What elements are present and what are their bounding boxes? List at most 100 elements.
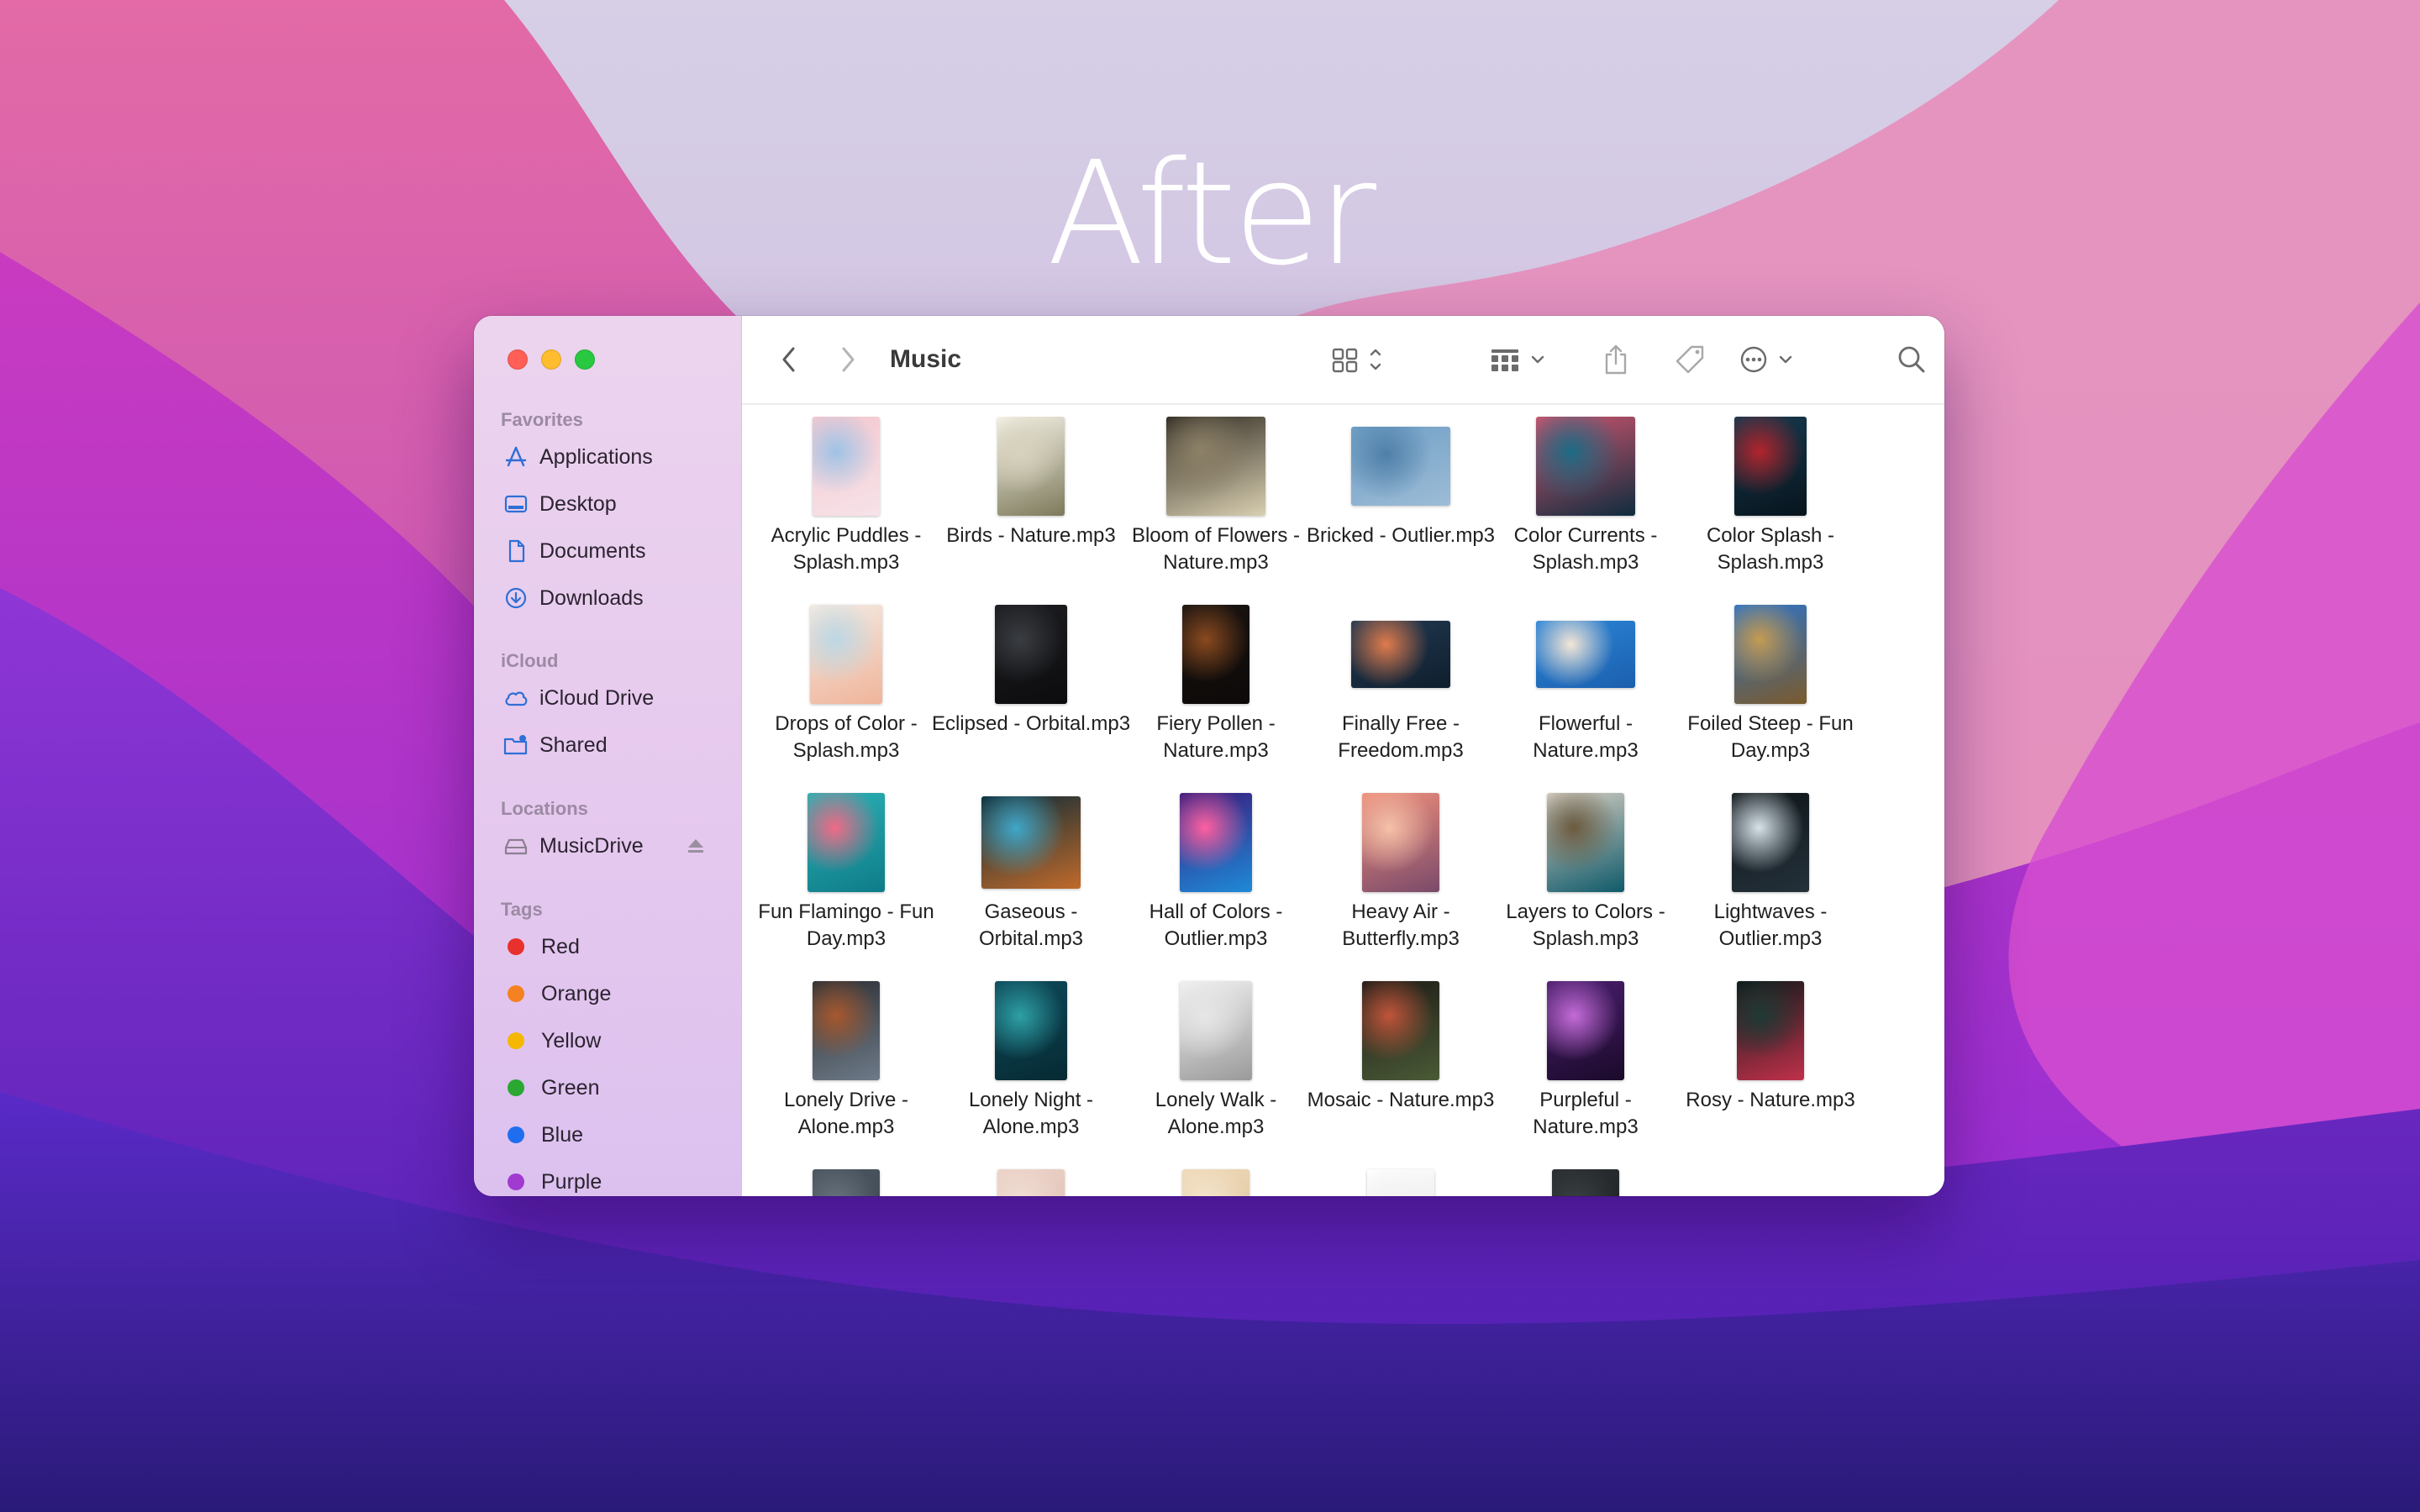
file-item[interactable]: Fiery Pollen - Nature.mp3 bbox=[1123, 605, 1308, 773]
zoom-window-button[interactable] bbox=[575, 349, 595, 370]
file-item[interactable]: Layers to Colors - Splash.mp3 bbox=[1493, 793, 1678, 961]
file-name: Layers to Colors - Splash.mp3 bbox=[1506, 900, 1665, 950]
view-mode-button[interactable] bbox=[1325, 341, 1392, 378]
file-item[interactable]: Bloom of Flowers - Nature.mp3 bbox=[1123, 417, 1308, 585]
sidebar-item-applications[interactable]: Applications bbox=[474, 433, 741, 480]
sidebar-item-tag-red[interactable]: Red bbox=[474, 923, 741, 970]
sidebar-heading: iCloud bbox=[501, 650, 559, 671]
sidebar-item-tag-orange[interactable]: Orange bbox=[474, 970, 741, 1017]
file-thumbnail bbox=[810, 605, 882, 704]
download-icon bbox=[502, 585, 529, 612]
tag-color-dot bbox=[508, 938, 524, 955]
sidebar-heading: Favorites bbox=[501, 409, 583, 430]
sidebar-item-icloud-drive[interactable]: iCloud Drive bbox=[474, 675, 741, 722]
icon-view-icon bbox=[1328, 343, 1389, 376]
forward-button[interactable] bbox=[831, 341, 865, 378]
drive-icon bbox=[502, 832, 529, 859]
file-item[interactable] bbox=[939, 1169, 1123, 1196]
file-thumbnail bbox=[1547, 981, 1624, 1080]
sidebar-item-label: Downloads bbox=[539, 585, 644, 610]
file-item[interactable] bbox=[1123, 1169, 1308, 1196]
more-actions-icon bbox=[1737, 343, 1804, 376]
file-item[interactable]: Lonely Drive - Alone.mp3 bbox=[754, 981, 939, 1149]
sidebar-item-documents[interactable]: Documents bbox=[474, 528, 741, 575]
file-thumbnail bbox=[1737, 981, 1804, 1080]
file-name: Gaseous - Orbital.mp3 bbox=[978, 900, 1084, 950]
sidebar-heading: Locations bbox=[501, 798, 588, 819]
file-item[interactable]: Fun Flamingo - Fun Day.mp3 bbox=[754, 793, 939, 961]
file-name: Color Splash - Splash.mp3 bbox=[1706, 524, 1835, 574]
sidebar-heading: Tags bbox=[501, 899, 543, 920]
sidebar-item-label: Blue bbox=[541, 1122, 584, 1147]
file-item[interactable]: Hall of Colors - Outlier.mp3 bbox=[1123, 793, 1308, 961]
tag-color-dot bbox=[508, 1173, 524, 1190]
file-item[interactable]: Finally Free - Freedom.mp3 bbox=[1308, 605, 1493, 773]
file-thumbnail bbox=[1182, 1169, 1249, 1196]
sidebar-item-label: Yellow bbox=[541, 1028, 602, 1053]
sidebar-item-label: Shared bbox=[539, 732, 608, 757]
share-button[interactable] bbox=[1599, 341, 1633, 378]
sidebar-item-shared[interactable]: Shared bbox=[474, 722, 741, 769]
sidebar-item-label: Red bbox=[541, 934, 580, 958]
file-item[interactable]: Lonely Walk - Alone.mp3 bbox=[1123, 981, 1308, 1149]
sidebar-item-label: MusicDrive bbox=[539, 833, 644, 858]
sidebar-item-label: iCloud Drive bbox=[539, 685, 655, 710]
file-item[interactable]: Drops of Color - Splash.mp3 bbox=[754, 605, 939, 773]
sidebar-item-desktop[interactable]: Desktop bbox=[474, 480, 741, 528]
tag-button[interactable] bbox=[1671, 341, 1708, 378]
file-item[interactable]: Heavy Air - Butterfly.mp3 bbox=[1308, 793, 1493, 961]
group-by-button[interactable] bbox=[1486, 341, 1554, 378]
file-thumbnail bbox=[997, 417, 1065, 516]
file-thumbnail bbox=[1180, 793, 1252, 892]
file-name: Lightwaves - Outlier.mp3 bbox=[1713, 900, 1828, 950]
file-thumbnail bbox=[1351, 427, 1450, 506]
file-item[interactable]: Color Currents - Splash.mp3 bbox=[1493, 417, 1678, 585]
file-thumbnail bbox=[997, 1169, 1065, 1196]
file-thumbnail bbox=[813, 981, 880, 1080]
sidebar-section-icloud: iCloud iCloud Drive Shared bbox=[474, 648, 741, 769]
sidebar-item-musicdrive[interactable]: MusicDrive bbox=[474, 822, 741, 869]
file-name: Fiery Pollen - Nature.mp3 bbox=[1156, 712, 1276, 762]
file-thumbnail bbox=[1732, 793, 1809, 892]
minimize-window-button[interactable] bbox=[541, 349, 561, 370]
close-window-button[interactable] bbox=[508, 349, 528, 370]
file-item[interactable] bbox=[1493, 1169, 1678, 1196]
file-item[interactable]: Acrylic Puddles - Splash.mp3 bbox=[754, 417, 939, 585]
sidebar-item-tag-yellow[interactable]: Yellow bbox=[474, 1017, 741, 1064]
file-name: Flowerful - Nature.mp3 bbox=[1533, 712, 1639, 762]
more-actions-button[interactable] bbox=[1737, 341, 1804, 378]
file-item[interactable]: Gaseous - Orbital.mp3 bbox=[939, 793, 1123, 961]
file-thumbnail bbox=[813, 1169, 880, 1196]
eject-icon[interactable] bbox=[686, 836, 706, 856]
sidebar-item-tag-blue[interactable]: Blue bbox=[474, 1111, 741, 1158]
group-by-icon bbox=[1486, 343, 1554, 376]
sidebar-item-downloads[interactable]: Downloads bbox=[474, 575, 741, 622]
back-button[interactable] bbox=[772, 341, 806, 378]
file-item[interactable]: Lightwaves - Outlier.mp3 bbox=[1678, 793, 1863, 961]
file-name: Eclipsed - Orbital.mp3 bbox=[931, 712, 1131, 735]
file-name: Mosaic - Nature.mp3 bbox=[1307, 1089, 1495, 1111]
file-item[interactable]: Lonely Night - Alone.mp3 bbox=[939, 981, 1123, 1149]
file-item[interactable]: Flowerful - Nature.mp3 bbox=[1493, 605, 1678, 773]
window-title: Music bbox=[890, 345, 962, 373]
file-item[interactable]: Birds - Nature.mp3 bbox=[939, 417, 1123, 585]
file-item[interactable]: Purpleful - Nature.mp3 bbox=[1493, 981, 1678, 1149]
file-item[interactable]: Mosaic - Nature.mp3 bbox=[1307, 981, 1494, 1149]
sidebar-item-tag-green[interactable]: Green bbox=[474, 1064, 741, 1111]
file-name: Lonely Drive - Alone.mp3 bbox=[783, 1089, 909, 1138]
hero-title: After bbox=[1046, 131, 1376, 297]
file-thumbnail bbox=[1734, 417, 1807, 516]
applications-icon bbox=[502, 444, 529, 470]
search-button[interactable] bbox=[1893, 341, 1930, 378]
sidebar-item-label: Green bbox=[541, 1075, 600, 1100]
file-item[interactable] bbox=[754, 1169, 939, 1196]
file-thumbnail bbox=[1180, 981, 1252, 1080]
file-item[interactable]: Eclipsed - Orbital.mp3 bbox=[932, 605, 1130, 773]
file-item[interactable]: Rosy - Nature.mp3 bbox=[1678, 981, 1863, 1149]
file-thumbnail bbox=[995, 981, 1067, 1080]
sidebar-item-tag-purple[interactable]: Purple bbox=[474, 1158, 741, 1196]
file-item[interactable]: Bricked - Outlier.mp3 bbox=[1307, 417, 1495, 585]
file-item[interactable]: Foiled Steep - Fun Day.mp3 bbox=[1678, 605, 1863, 773]
file-item[interactable]: Color Splash - Splash.mp3 bbox=[1678, 417, 1863, 585]
file-item[interactable] bbox=[1308, 1169, 1493, 1196]
